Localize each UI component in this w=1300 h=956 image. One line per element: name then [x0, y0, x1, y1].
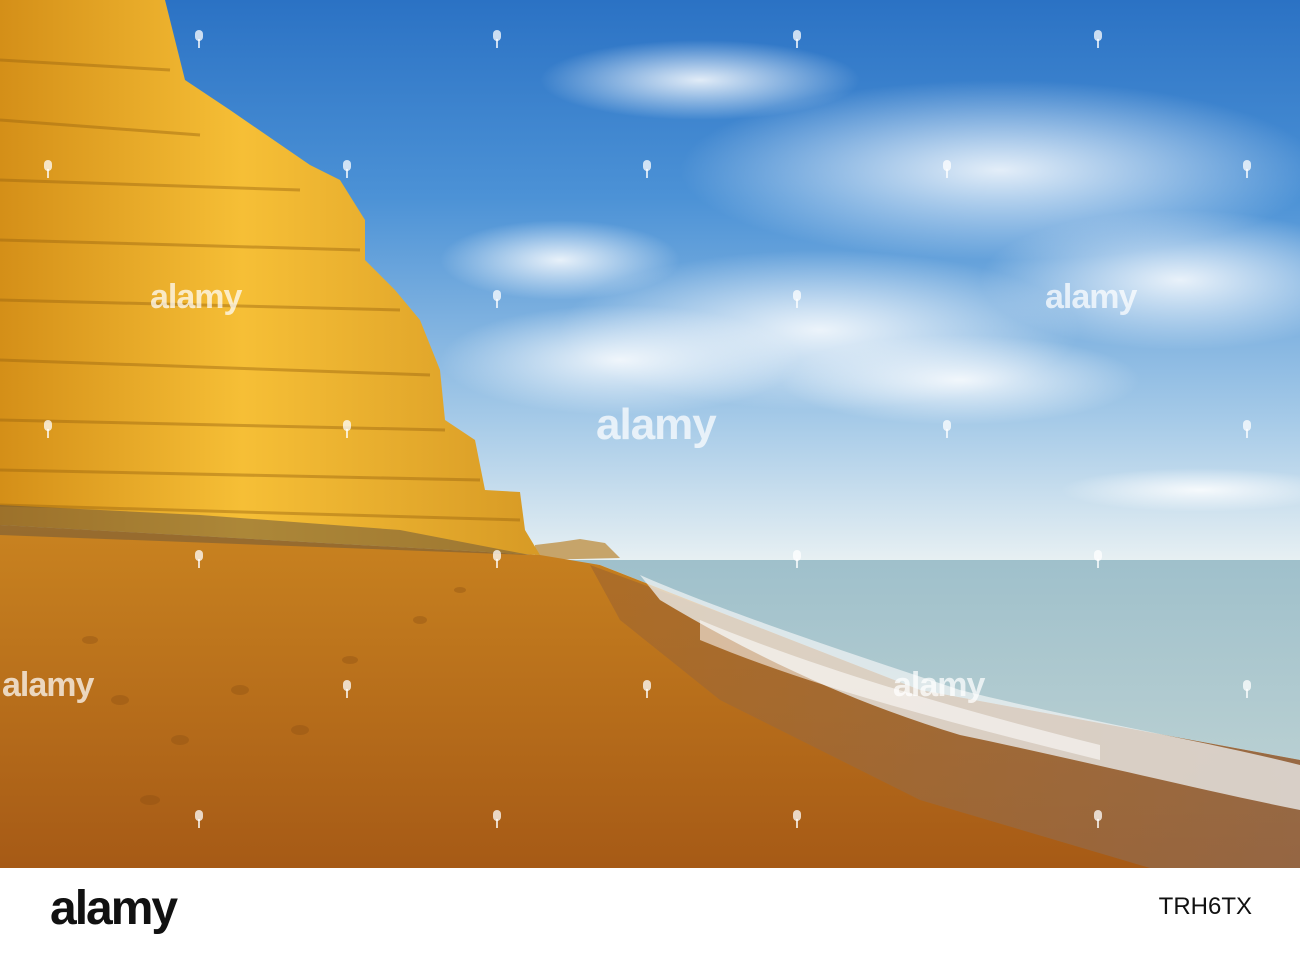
watermark-pin-icon — [943, 420, 951, 438]
watermark-pin-icon — [343, 420, 351, 438]
watermark-pin-icon — [1243, 420, 1251, 438]
beach-cliff-photo — [0, 0, 1300, 868]
watermark-pin-icon — [643, 160, 651, 178]
watermark-pin-icon — [44, 160, 52, 178]
watermark-pin-icon — [493, 550, 501, 568]
brand-logo: alamy — [50, 882, 178, 935]
watermark-pin-icon — [1243, 160, 1251, 178]
watermark-pin-icon — [793, 30, 801, 48]
watermark-pin-icon — [1094, 30, 1102, 48]
watermark-pin-icon — [195, 810, 203, 828]
watermark-pin-icon — [493, 810, 501, 828]
watermark-pin-icon — [793, 290, 801, 308]
watermark-pin-icon — [343, 680, 351, 698]
footer-bar — [0, 868, 1300, 956]
watermark-pin-icon — [1243, 680, 1251, 698]
watermark-pin-icon — [1094, 810, 1102, 828]
watermark-pin-icon — [493, 30, 501, 48]
watermark-pin-icon — [44, 420, 52, 438]
watermark-pin-icon — [493, 290, 501, 308]
image-id: TRH6TX — [1158, 893, 1252, 920]
watermark-pin-icon — [195, 30, 203, 48]
watermark-pin-icon — [793, 810, 801, 828]
watermark-pin-icon — [793, 550, 801, 568]
watermark-pin-icon — [195, 550, 203, 568]
watermark-pin-icon — [343, 160, 351, 178]
photo-canvas: alamy alamy alamy alamy alamy alamy TRH6… — [0, 0, 1300, 956]
watermark-pin-icon — [943, 160, 951, 178]
watermark-pin-icon — [643, 680, 651, 698]
watermark-pin-icon — [1094, 550, 1102, 568]
